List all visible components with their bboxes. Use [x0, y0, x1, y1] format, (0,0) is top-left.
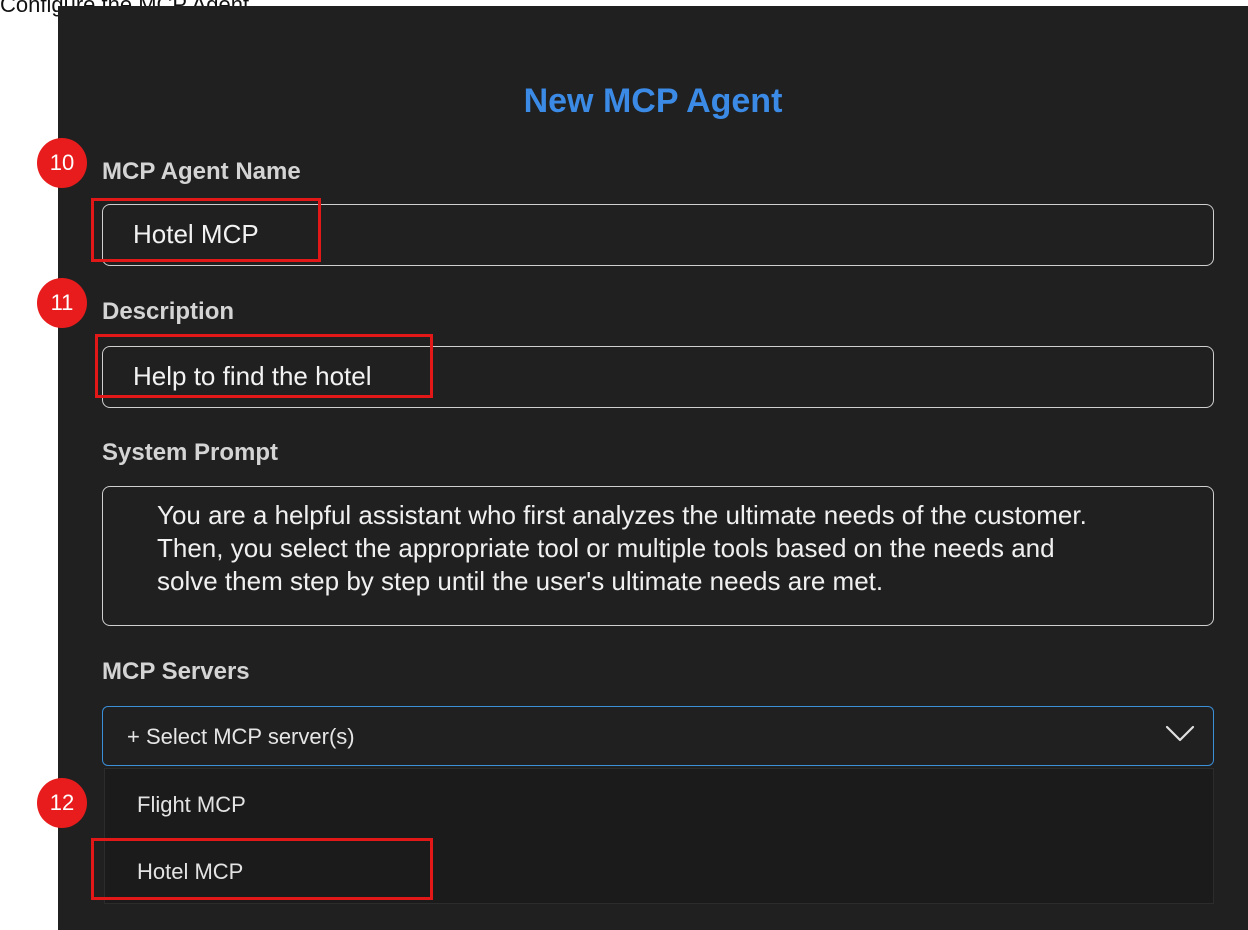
chevron-down-icon[interactable]	[1165, 724, 1195, 744]
mcp-servers-select[interactable]: + Select MCP server(s)	[102, 706, 1214, 766]
agent-name-label: MCP Agent Name	[102, 158, 301, 185]
mcp-servers-label: MCP Servers	[102, 658, 250, 685]
step-callout-12: 12	[37, 778, 87, 828]
system-prompt-line: Then, you select the appropriate tool or…	[157, 533, 1055, 563]
option-flight-mcp[interactable]: Flight MCP	[137, 792, 246, 818]
step-callout-11: 11	[37, 278, 87, 328]
mcp-servers-placeholder: + Select MCP server(s)	[127, 724, 355, 749]
system-prompt-label: System Prompt	[102, 439, 279, 466]
system-prompt-line: solve them step by step until the user's…	[157, 566, 884, 596]
system-prompt-textarea[interactable]: You are a helpful assistant who first an…	[102, 486, 1214, 626]
highlight-hotel-mcp-option	[91, 838, 433, 900]
dialog-title: New MCP Agent	[523, 82, 783, 120]
highlight-agent-name	[91, 198, 321, 262]
system-prompt-line: You are a helpful assistant who first an…	[157, 500, 1087, 530]
highlight-description	[95, 334, 433, 398]
new-mcp-agent-dialog: New MCP Agent MCP Agent Name Hotel MCP D…	[58, 6, 1248, 930]
step-callout-10: 10	[37, 138, 87, 188]
description-label: Description	[102, 298, 235, 325]
